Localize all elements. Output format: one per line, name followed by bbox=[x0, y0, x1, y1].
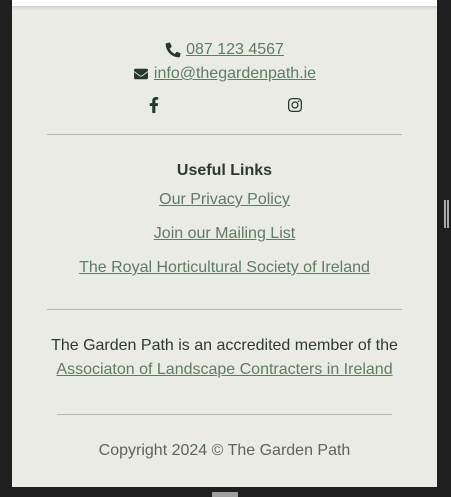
rhsi-link[interactable]: The Royal Horticultural Society of Irela… bbox=[79, 259, 370, 276]
divider bbox=[57, 414, 392, 415]
mailing-list-link[interactable]: Join our Mailing List bbox=[154, 225, 295, 242]
phone-contact: 087 123 4567 bbox=[12, 41, 437, 59]
phone-link[interactable]: 087 123 4567 bbox=[186, 41, 284, 59]
membership-text: The Garden Path is an accredited member … bbox=[51, 337, 398, 354]
content-card-bottom-edge bbox=[12, 0, 437, 6]
privacy-policy-link[interactable]: Our Privacy Policy bbox=[159, 191, 290, 208]
envelope-icon bbox=[133, 68, 148, 80]
email-link[interactable]: info@thegardenpath.ie bbox=[154, 65, 316, 83]
list-item: Join our Mailing List bbox=[12, 225, 437, 243]
divider bbox=[47, 309, 402, 310]
email-contact: info@thegardenpath.ie bbox=[12, 65, 437, 83]
scrollbar-handle[interactable] bbox=[444, 200, 449, 228]
resize-handle[interactable] bbox=[212, 492, 238, 497]
list-item: Our Privacy Policy bbox=[12, 191, 437, 209]
copyright-text: Copyright 2024 © The Garden Path bbox=[98, 442, 351, 459]
list-item: The Royal Horticultural Society of Irela… bbox=[12, 259, 437, 277]
facebook-icon[interactable] bbox=[146, 97, 162, 113]
association-link[interactable]: Associaton of Landscape Contracters in I… bbox=[56, 361, 392, 378]
phone-icon bbox=[165, 42, 181, 58]
divider bbox=[47, 134, 402, 135]
footer-page: 087 123 4567 info@thegardenpath.ie Usefu… bbox=[12, 0, 437, 487]
useful-links-heading: Useful Links bbox=[176, 162, 273, 179]
instagram-icon[interactable] bbox=[287, 97, 303, 113]
membership-line: Associaton of Landscape Contracters in I… bbox=[12, 361, 437, 379]
